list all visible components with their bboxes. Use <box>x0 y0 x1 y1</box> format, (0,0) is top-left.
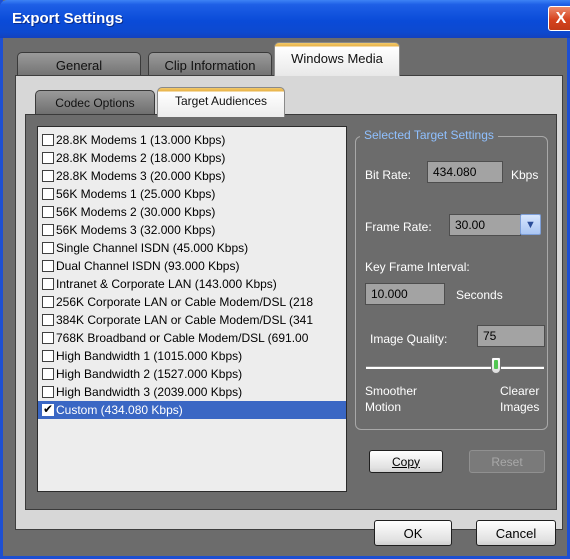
bit-rate-value: 434.080 <box>433 165 477 179</box>
key-frame-interval-field[interactable]: 10.000 <box>365 283 445 305</box>
chevron-down-icon: ▼ <box>525 218 536 231</box>
audience-checkbox[interactable] <box>42 278 54 290</box>
window-title: Export Settings <box>12 10 123 27</box>
audience-label: 28.8K Modems 2 (18.000 Kbps) <box>56 151 226 165</box>
copy-button-label: Copy <box>391 454 420 469</box>
list-item[interactable]: 384K Corporate LAN or Cable Modem/DSL (3… <box>38 311 346 329</box>
tab-windows-media[interactable]: Windows Media <box>274 42 400 76</box>
audience-checkbox[interactable] <box>42 134 54 146</box>
list-item[interactable]: High Bandwidth 2 (1527.000 Kbps) <box>38 365 346 383</box>
audience-label: 256K Corporate LAN or Cable Modem/DSL (2… <box>56 295 314 309</box>
tab-target-audiences-label: Target Audiences <box>174 94 268 108</box>
close-icon: X <box>555 9 567 27</box>
list-item[interactable]: 768K Broadband or Cable Modem/DSL (691.0… <box>38 329 346 347</box>
audience-checkbox[interactable] <box>42 152 54 164</box>
tab-clip-information-label: Clip Information <box>164 58 256 73</box>
audience-label: High Bandwidth 2 (1527.000 Kbps) <box>56 367 243 381</box>
audience-label: 56K Modems 1 (25.000 Kbps) <box>56 187 216 201</box>
title-bar[interactable]: Export Settings X <box>0 0 570 38</box>
audience-checkbox[interactable] <box>42 350 54 362</box>
image-quality-slider-thumb[interactable] <box>491 357 501 374</box>
slider-right-label-2: Images <box>500 400 540 414</box>
list-item[interactable]: 56K Modems 3 (32.000 Kbps) <box>38 221 346 239</box>
audience-label: Dual Channel ISDN (93.000 Kbps) <box>56 259 240 273</box>
audience-checkbox[interactable] <box>42 332 54 344</box>
slider-left-label-2: Motion <box>365 400 402 414</box>
audience-checkbox[interactable] <box>42 242 54 254</box>
frame-rate-label: Frame Rate: <box>365 220 432 234</box>
audience-checkbox[interactable] <box>42 314 54 326</box>
audience-checkbox[interactable] <box>42 188 54 200</box>
reset-button-label: Reset <box>491 454 523 469</box>
audience-label: 384K Corporate LAN or Cable Modem/DSL (3… <box>56 313 314 327</box>
audience-label: 28.8K Modems 3 (20.000 Kbps) <box>56 169 226 183</box>
copy-button[interactable]: Copy <box>369 450 443 473</box>
slider-left-label-1: Smoother <box>365 384 418 398</box>
image-quality-slider-track[interactable] <box>366 366 544 369</box>
list-item[interactable]: Single Channel ISDN (45.000 Kbps) <box>38 239 346 257</box>
image-quality-field[interactable]: 75 <box>477 325 545 347</box>
reset-button[interactable]: Reset <box>469 450 545 473</box>
audience-checkbox[interactable]: ✔ <box>42 402 54 416</box>
list-item[interactable]: 56K Modems 2 (30.000 Kbps) <box>38 203 346 221</box>
frame-rate-value: 30.00 <box>455 218 486 232</box>
audience-checkbox[interactable] <box>42 386 54 398</box>
image-quality-label: Image Quality: <box>370 332 448 346</box>
tab-codec-options-label: Codec Options <box>55 95 135 110</box>
key-frame-interval-value: 10.000 <box>371 287 408 301</box>
list-item[interactable]: 28.8K Modems 2 (18.000 Kbps) <box>38 149 346 167</box>
tab-codec-options[interactable]: Codec Options <box>35 90 155 114</box>
audience-checkbox[interactable] <box>42 206 54 218</box>
audience-label: Custom (434.080 Kbps) <box>56 403 183 417</box>
list-item[interactable]: 256K Corporate LAN or Cable Modem/DSL (2… <box>38 293 346 311</box>
audience-label: High Bandwidth 3 (2039.000 Kbps) <box>56 385 243 399</box>
list-item[interactable]: 28.8K Modems 3 (20.000 Kbps) <box>38 167 346 185</box>
tab-target-audiences[interactable]: Target Audiences <box>157 87 285 117</box>
frame-rate-dropdown-button[interactable]: ▼ <box>520 214 541 235</box>
audience-label: High Bandwidth 1 (1015.000 Kbps) <box>56 349 243 363</box>
audience-label: 28.8K Modems 1 (13.000 Kbps) <box>56 133 226 147</box>
frame-rate-select[interactable]: 30.00 <box>449 214 521 236</box>
bit-rate-field[interactable]: 434.080 <box>427 161 503 183</box>
cancel-button-label: Cancel <box>495 525 537 541</box>
tab-general-label: General <box>55 58 103 73</box>
key-frame-interval-unit: Seconds <box>456 288 503 302</box>
slider-right-label-1: Clearer <box>500 384 540 398</box>
list-item[interactable]: High Bandwidth 3 (2039.000 Kbps) <box>38 383 346 401</box>
audience-label: Intranet & Corporate LAN (143.000 Kbps) <box>56 277 277 291</box>
list-item[interactable]: 56K Modems 1 (25.000 Kbps) <box>38 185 346 203</box>
list-item[interactable]: ✔ Custom (434.080 Kbps) <box>38 401 346 419</box>
group-title: Selected Target Settings <box>360 128 498 142</box>
key-frame-interval-label: Key Frame Interval: <box>365 260 470 274</box>
list-item[interactable]: Dual Channel ISDN (93.000 Kbps) <box>38 257 346 275</box>
close-button[interactable]: X <box>548 6 570 31</box>
cancel-button[interactable]: Cancel <box>476 520 556 546</box>
audience-checkbox[interactable] <box>42 368 54 380</box>
audience-checkbox[interactable] <box>42 224 54 236</box>
image-quality-value: 75 <box>483 329 497 343</box>
ok-button-label: OK <box>403 525 423 541</box>
list-item[interactable]: 28.8K Modems 1 (13.000 Kbps) <box>38 131 346 149</box>
bit-rate-label: Bit Rate: <box>365 168 412 182</box>
audience-label: 768K Broadband or Cable Modem/DSL (691.0… <box>56 331 309 345</box>
bit-rate-unit: Kbps <box>511 168 539 182</box>
audience-list[interactable]: 28.8K Modems 1 (13.000 Kbps) 28.8K Modems… <box>37 126 347 492</box>
ok-button[interactable]: OK <box>374 520 452 546</box>
tab-windows-media-label: Windows Media <box>291 51 383 66</box>
list-item[interactable]: Intranet & Corporate LAN (143.000 Kbps) <box>38 275 346 293</box>
list-item[interactable]: High Bandwidth 1 (1015.000 Kbps) <box>38 347 346 365</box>
export-settings-window: Export Settings X General Clip Informati… <box>0 0 570 559</box>
audience-checkbox[interactable] <box>42 260 54 272</box>
audience-checkbox[interactable] <box>42 170 54 182</box>
audience-label: 56K Modems 2 (30.000 Kbps) <box>56 205 216 219</box>
audience-checkbox[interactable] <box>42 296 54 308</box>
audience-label: 56K Modems 3 (32.000 Kbps) <box>56 223 216 237</box>
audience-label: Single Channel ISDN (45.000 Kbps) <box>56 241 249 255</box>
checkmark-icon: ✔ <box>43 402 54 416</box>
